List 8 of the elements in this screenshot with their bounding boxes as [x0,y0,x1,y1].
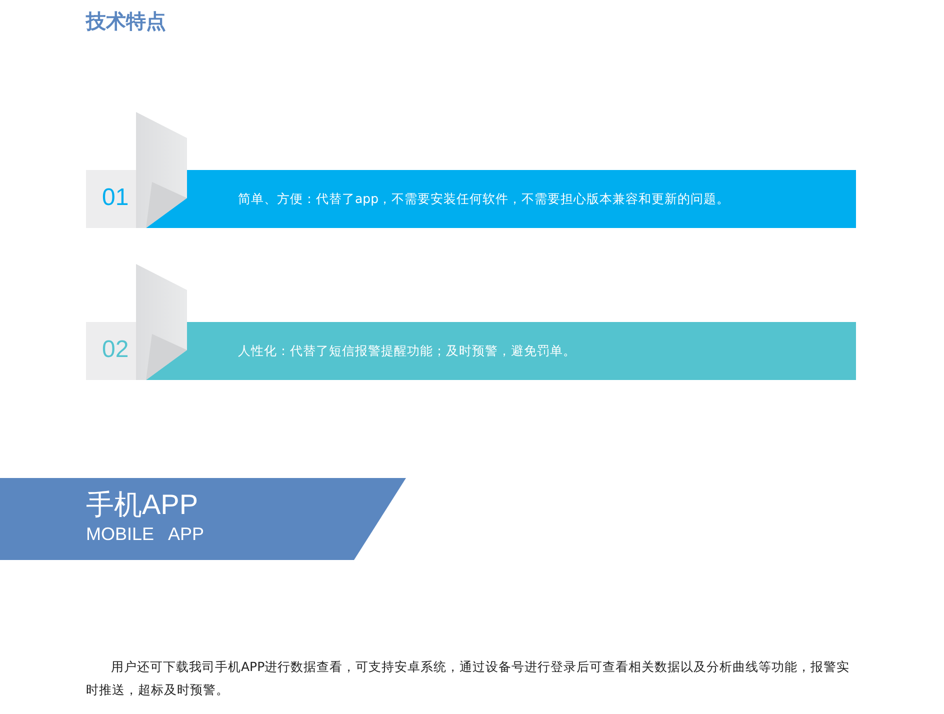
section-heading: 技术特点 [86,8,166,35]
banner-title: 手机APP [86,488,198,522]
banner-subtitle: MOBILE APP [86,523,204,546]
step-number: 01 [102,184,129,212]
step-number: 02 [102,336,129,364]
description-paragraph: 用户还可下载我司手机APP进行数据查看，可支持安卓系统，通过设备号进行登录后可查看相关数据以及分析曲线等功能，报警实时推送，超标及时预警。 [86,658,851,699]
feature-text: 人性化：代替了短信报警提醒功能；及时预警，避免罚单。 [238,342,576,360]
feature-text: 简单、方便：代替了app，不需要安装任何软件，不需要担心版本兼容和更新的问题。 [238,190,730,208]
